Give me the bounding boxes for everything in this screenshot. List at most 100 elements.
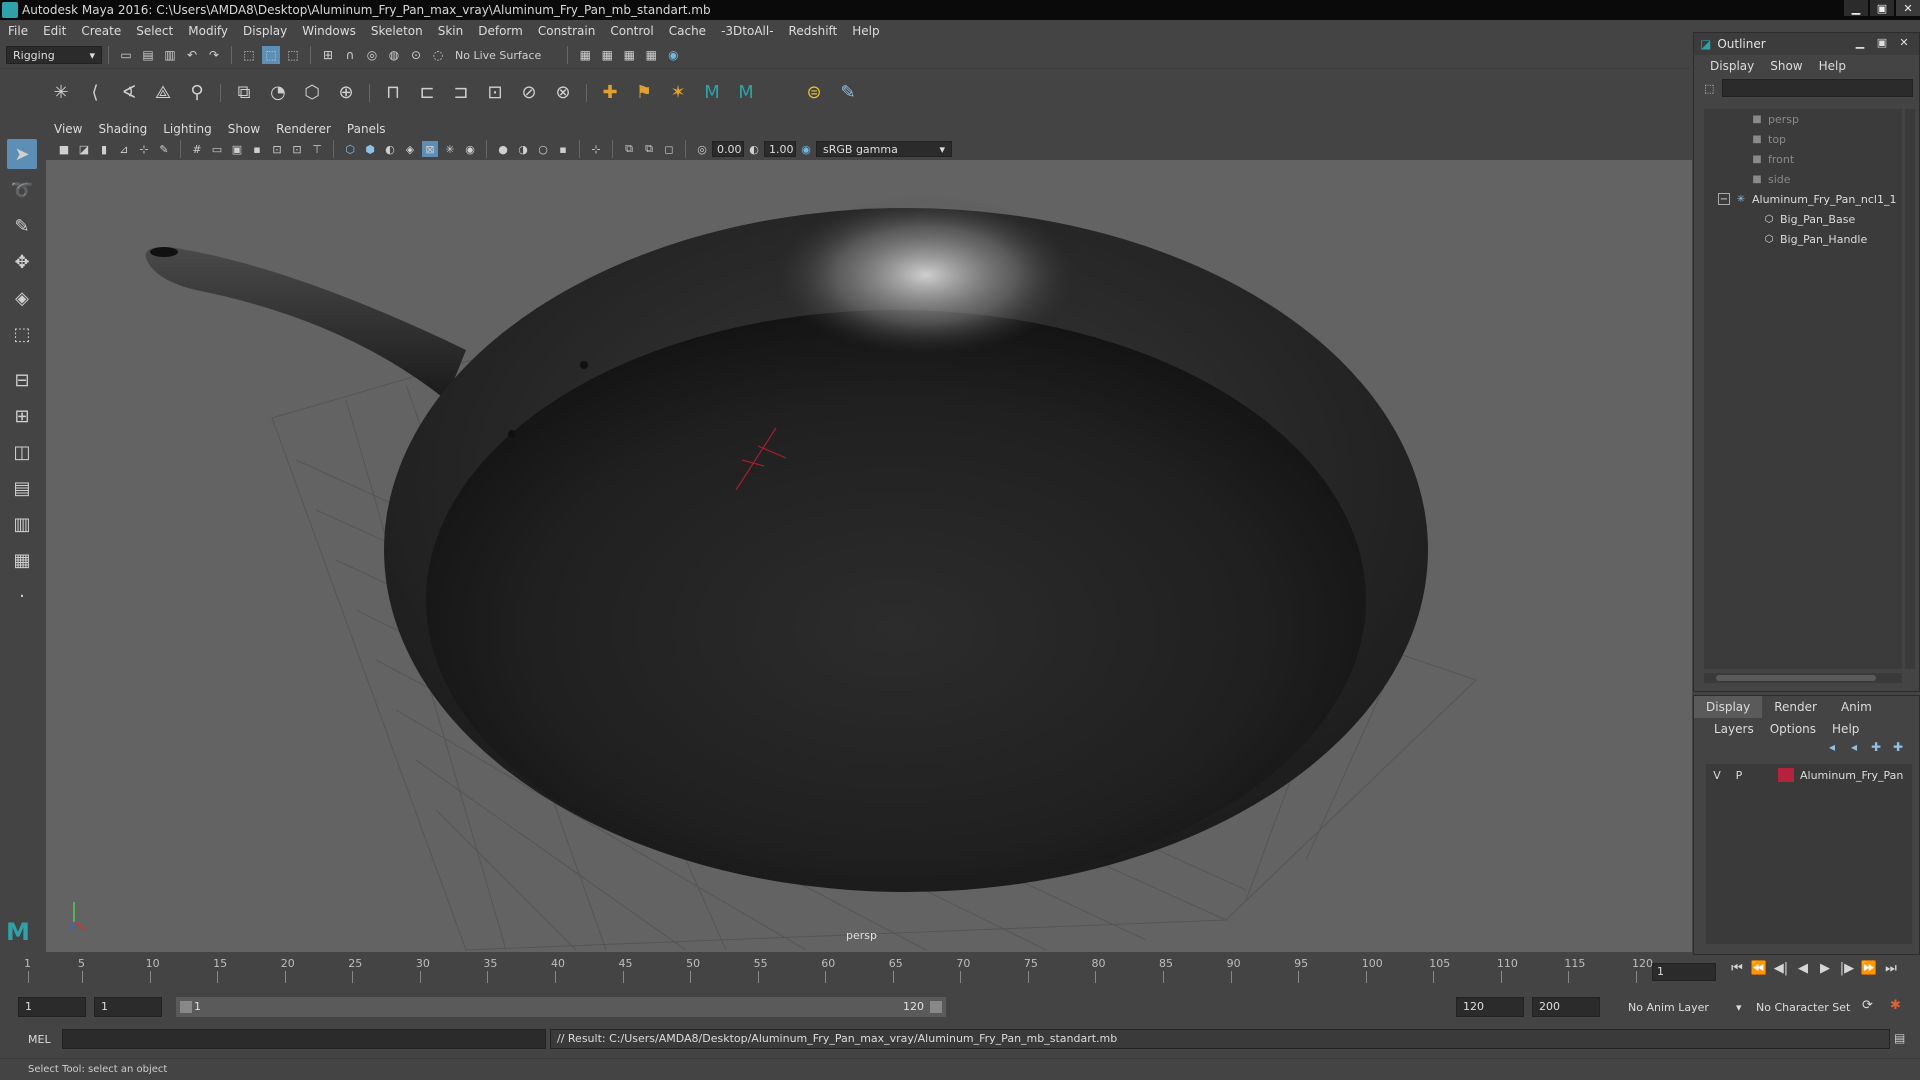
range-bar[interactable]: 1 120 xyxy=(176,997,946,1017)
cluster-icon[interactable]: ⊕ xyxy=(332,79,360,107)
render-settings-icon[interactable]: ▦ xyxy=(620,46,638,64)
select-object-icon[interactable]: ⬚ xyxy=(262,46,280,64)
tab-anim[interactable]: Anim xyxy=(1829,696,1884,718)
character-set-dropdown[interactable]: No Character Set xyxy=(1756,1001,1850,1014)
range-start-handle[interactable] xyxy=(180,1001,192,1013)
hud-icon[interactable]: ◻ xyxy=(661,141,677,157)
redo-icon[interactable]: ↷ xyxy=(205,46,223,64)
outliner-item-persp[interactable]: ■ persp xyxy=(1704,109,1902,129)
panel-menu-show[interactable]: Show xyxy=(228,122,260,136)
single-view-icon[interactable]: ⊟ xyxy=(7,365,37,395)
hik-icon[interactable]: ✶ xyxy=(664,79,692,107)
gamma-icon[interactable]: ◐ xyxy=(746,141,762,157)
set-driven-key-icon[interactable]: ⚑ xyxy=(630,79,658,107)
grid-icon[interactable]: # xyxy=(189,141,205,157)
gate-mask-icon[interactable]: ▪ xyxy=(249,141,265,157)
move-tool-icon[interactable]: ✥ xyxy=(7,247,37,277)
snap-grid-icon[interactable]: ⊞ xyxy=(319,46,337,64)
playback-start-field[interactable]: 1 xyxy=(94,997,162,1017)
frame-all-icon[interactable]: ⧉ xyxy=(621,141,637,157)
safe-title-icon[interactable]: ⊤ xyxy=(309,141,325,157)
snap-curve-icon[interactable]: ∩ xyxy=(341,46,359,64)
isolate-select-icon[interactable]: ⊹ xyxy=(588,141,604,157)
outliner-vertical-scrollbar[interactable] xyxy=(1905,109,1915,669)
outliner-item-front[interactable]: ■ front xyxy=(1704,149,1902,169)
render-view-icon[interactable]: ◉ xyxy=(664,46,682,64)
outliner-item-group[interactable]: − ✳ Aluminum_Fry_Pan_ncl1_1 xyxy=(1704,189,1902,209)
time-slider[interactable]: 1 5 10 15 20 25 30 35 40 45 50 55 60 65 70 75 80 85 90 95 10… xyxy=(0,955,1920,989)
ipr-render-icon[interactable]: ▦ xyxy=(598,46,616,64)
field-chart-icon[interactable]: ⊡ xyxy=(269,141,285,157)
outliner-item-big-pan-base[interactable]: ⬡ Big_Pan_Base xyxy=(1704,209,1902,229)
resolution-gate-icon[interactable]: ▣ xyxy=(229,141,245,157)
film-gate-icon[interactable]: ▭ xyxy=(209,141,225,157)
step-back-key-icon[interactable]: ⏪ xyxy=(1748,961,1770,976)
bookmark-icon[interactable]: ▮ xyxy=(96,141,112,157)
move-layer-down-icon[interactable]: ◂ xyxy=(1843,740,1865,760)
grease-pencil-icon[interactable]: ✎ xyxy=(156,141,172,157)
xray-icon[interactable]: ⊠ xyxy=(422,141,438,157)
menu-edit[interactable]: Edit xyxy=(43,24,66,38)
maya-tool-icon[interactable]: M xyxy=(698,79,726,107)
step-forward-frame-icon[interactable]: |▶ xyxy=(1836,961,1858,976)
anim-layer-dropdown[interactable]: No Anim Layer xyxy=(1628,1001,1709,1014)
layout-icon[interactable]: ▦ xyxy=(7,545,37,575)
undo-icon[interactable]: ↶ xyxy=(183,46,201,64)
camera-icon[interactable]: ◪ xyxy=(76,141,92,157)
new-layer-icon[interactable]: ✚ xyxy=(1865,740,1887,760)
image-plane-icon[interactable]: ⊿ xyxy=(116,141,132,157)
go-to-start-icon[interactable]: ⏮ xyxy=(1726,961,1748,976)
camera-attributes-icon[interactable]: ■ xyxy=(56,141,72,157)
point-constraint-icon[interactable]: ⊏ xyxy=(413,79,441,107)
gamma-field[interactable]: 1.00 xyxy=(764,141,796,157)
collapse-icon[interactable]: − xyxy=(1718,193,1730,205)
xray-active-icon[interactable]: ◉ xyxy=(462,141,478,157)
four-view-icon[interactable]: ⊞ xyxy=(7,401,37,431)
paint-weights-icon[interactable]: ◔ xyxy=(264,79,292,107)
animation-end-field[interactable]: 200 xyxy=(1532,997,1600,1017)
open-scene-icon[interactable]: ▤ xyxy=(139,46,157,64)
outliner-close-button[interactable]: ✕ xyxy=(1893,36,1915,50)
xray-joints-icon[interactable]: ✳ xyxy=(442,141,458,157)
bind-skin-icon[interactable]: ⧉ xyxy=(230,79,258,107)
tab-display[interactable]: Display xyxy=(1694,696,1763,718)
animation-prefs-icon[interactable]: ✱ xyxy=(1890,998,1901,1013)
script-editor-icon[interactable]: ▤ xyxy=(1894,1031,1912,1047)
range-end-handle[interactable] xyxy=(930,1001,942,1013)
scrollbar-thumb[interactable] xyxy=(1716,675,1876,681)
menu-constrain[interactable]: Constrain xyxy=(538,24,596,38)
exposure-field[interactable]: 0.00 xyxy=(712,141,744,157)
lattice-icon[interactable]: ⬡ xyxy=(298,79,326,107)
layer-menu-help[interactable]: Help xyxy=(1832,722,1859,736)
menu-cache[interactable]: Cache xyxy=(669,24,706,38)
restore-button[interactable]: ▣ xyxy=(1870,0,1894,16)
outliner-persp-icon[interactable]: ▤ xyxy=(7,473,37,503)
motion-blur-icon[interactable]: ▪ xyxy=(555,141,571,157)
auto-key-icon[interactable]: ⟳ xyxy=(1862,998,1873,1013)
snap-live-icon[interactable]: ◌ xyxy=(429,46,447,64)
layer-color-swatch[interactable] xyxy=(1778,768,1794,782)
side-by-side-icon[interactable]: ◫ xyxy=(7,437,37,467)
joint-tool-icon[interactable]: ✳ xyxy=(47,79,75,107)
more-layouts-icon[interactable]: · xyxy=(7,581,37,611)
screen-space-ao-icon[interactable]: ○ xyxy=(535,141,551,157)
safe-action-icon[interactable]: ⊡ xyxy=(289,141,305,157)
use-all-lights-icon[interactable]: ● xyxy=(495,141,511,157)
move-layer-up-icon[interactable]: ◂ xyxy=(1821,740,1843,760)
outliner-item-side[interactable]: ■ side xyxy=(1704,169,1902,189)
color-management-icon[interactable]: ◉ xyxy=(798,141,814,157)
outliner-menu-display[interactable]: Display xyxy=(1710,59,1754,73)
select-hierarchy-icon[interactable]: ⬚ xyxy=(240,46,258,64)
menu-create[interactable]: Create xyxy=(81,24,121,38)
command-input[interactable] xyxy=(62,1029,546,1049)
orient-constraint-icon[interactable]: ⊐ xyxy=(447,79,475,107)
hypershade-icon[interactable]: ▦ xyxy=(642,46,660,64)
panel-menu-lighting[interactable]: Lighting xyxy=(163,122,212,136)
play-backwards-icon[interactable]: ◀ xyxy=(1792,961,1814,976)
orient-joint-icon[interactable]: ⟁ xyxy=(149,79,177,107)
current-frame-field[interactable]: 1 xyxy=(1652,963,1716,981)
snap-view-plane-icon[interactable]: ◍ xyxy=(385,46,403,64)
menu-3dtoall[interactable]: -3DtoAll- xyxy=(721,24,773,38)
wireframe-icon[interactable]: ⬡ xyxy=(342,141,358,157)
wireframe-on-shaded-icon[interactable]: ◈ xyxy=(402,141,418,157)
